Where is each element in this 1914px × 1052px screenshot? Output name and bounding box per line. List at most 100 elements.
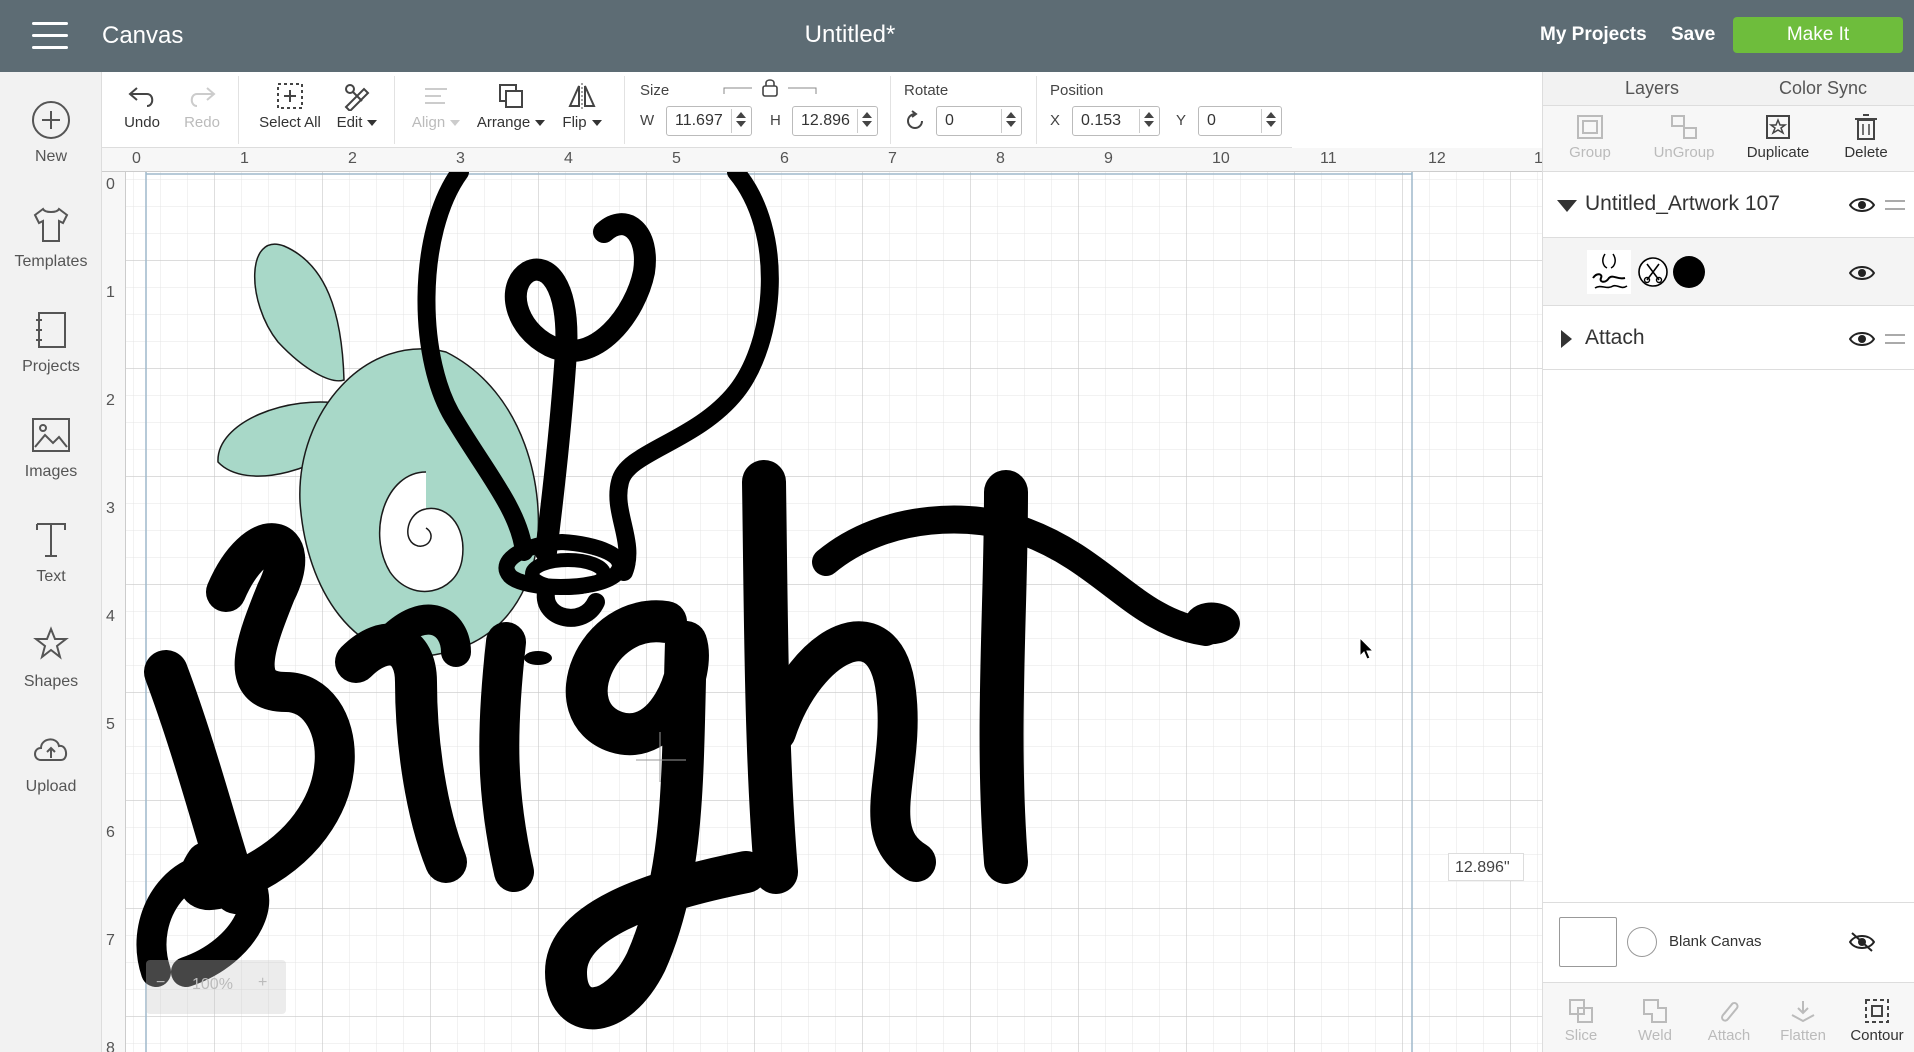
- collapse-triangle-icon[interactable]: [1557, 200, 1577, 212]
- canvas-color-swatch[interactable]: [1627, 927, 1657, 957]
- slice-button[interactable]: Slice: [1545, 995, 1617, 1044]
- position-x-field[interactable]: 0.153: [1072, 106, 1160, 136]
- blank-canvas-row[interactable]: Blank Canvas: [1543, 902, 1914, 982]
- toolbar-divider: [238, 76, 239, 144]
- position-y-stepper[interactable]: [1261, 109, 1279, 133]
- blank-canvas-thumbnail[interactable]: [1559, 917, 1617, 967]
- sidebar-item-shapes[interactable]: Shapes: [0, 623, 102, 713]
- layer-item-row[interactable]: [1543, 238, 1914, 306]
- rotate-field[interactable]: 0: [936, 106, 1022, 136]
- tab-color-sync[interactable]: Color Sync: [1779, 78, 1867, 99]
- duplicate-button[interactable]: Duplicate: [1731, 112, 1825, 161]
- sidebar-item-label: Shapes: [23, 673, 79, 690]
- eye-icon[interactable]: [1849, 330, 1875, 348]
- height-field[interactable]: 12.896: [792, 106, 878, 136]
- eye-hidden-icon[interactable]: [1849, 931, 1875, 953]
- eye-icon[interactable]: [1849, 196, 1875, 214]
- contour-button[interactable]: Contour: [1841, 995, 1913, 1044]
- plus-circle-icon: [29, 98, 73, 142]
- notebook-icon: [29, 308, 73, 352]
- height-label: H: [770, 112, 781, 129]
- color-swatch[interactable]: [1673, 256, 1705, 288]
- size-label: Size: [640, 82, 670, 99]
- position-y-field[interactable]: 0: [1198, 106, 1282, 136]
- align-icon: [425, 88, 447, 104]
- lock-icon[interactable]: [722, 78, 818, 98]
- canvas-grid[interactable]: [126, 163, 1542, 1052]
- align-dropdown[interactable]: Align: [406, 78, 466, 131]
- ungroup-icon: [1671, 115, 1697, 139]
- width-stepper[interactable]: [731, 109, 749, 133]
- position-x-stepper[interactable]: [1139, 109, 1157, 133]
- eye-icon[interactable]: [1849, 264, 1875, 282]
- save-button[interactable]: Save: [1671, 24, 1715, 46]
- weld-button[interactable]: Weld: [1619, 995, 1691, 1044]
- sidebar-item-images[interactable]: Images: [0, 413, 102, 503]
- bottom-tools: Slice Weld Attach Flatten Contour: [1543, 982, 1914, 1052]
- attach-button[interactable]: Attach: [1693, 995, 1765, 1044]
- sidebar-item-projects[interactable]: Projects: [0, 308, 102, 398]
- expand-triangle-icon[interactable]: [1561, 330, 1572, 348]
- flip-dropdown[interactable]: Flip: [556, 78, 608, 131]
- layer-group-row[interactable]: Untitled_Artwork 107: [1543, 172, 1914, 238]
- sidebar-item-new[interactable]: New: [0, 98, 102, 188]
- zoom-out-button[interactable]: −: [156, 974, 165, 992]
- design-canvas[interactable]: 0 1 2 3 4 5 6 7 8 9 10 11 12 1 0 1 2 3 4…: [102, 148, 1542, 1052]
- text-icon: [29, 518, 73, 562]
- artwork-thumbnail: [1587, 250, 1631, 294]
- width-field[interactable]: 11.697: [666, 106, 752, 136]
- cut-scissors-icon[interactable]: [1637, 256, 1669, 288]
- paperclip-icon: [1721, 1001, 1739, 1022]
- ungroup-button[interactable]: UnGroup: [1637, 112, 1731, 161]
- toolbar-divider: [890, 76, 891, 144]
- zoom-level: 100%: [192, 976, 233, 993]
- sidebar-item-label: Images: [24, 463, 78, 480]
- toolbar-divider: [394, 76, 395, 144]
- undo-icon: [128, 87, 154, 107]
- rotate-icon: [907, 110, 923, 129]
- redo-button[interactable]: Redo: [176, 78, 228, 131]
- toolbar-divider: [624, 76, 625, 144]
- contour-icon: [1865, 999, 1889, 1023]
- flatten-icon: [1791, 1001, 1815, 1023]
- chevron-down-icon: [367, 120, 378, 127]
- arrange-dropdown[interactable]: Arrange: [472, 78, 550, 131]
- position-label: Position: [1050, 82, 1104, 99]
- select-all-button[interactable]: Select All: [250, 78, 330, 131]
- sidebar-item-label: New: [34, 148, 67, 165]
- make-it-button[interactable]: Make It: [1733, 17, 1903, 53]
- trash-icon: [1855, 114, 1877, 140]
- sidebar-item-text[interactable]: Text: [0, 518, 102, 608]
- y-label: Y: [1176, 112, 1187, 129]
- sidebar-item-upload[interactable]: Upload: [0, 728, 102, 818]
- drag-handle-icon[interactable]: [1885, 200, 1905, 210]
- sidebar-item-label: Templates: [14, 253, 88, 270]
- x-label: X: [1050, 112, 1061, 129]
- mouse-cursor-icon: [1359, 636, 1375, 660]
- zoom-control: − 100% +: [146, 960, 286, 1014]
- layer-attach-row[interactable]: Attach: [1543, 306, 1914, 370]
- arrange-icon: [499, 84, 523, 108]
- group-button[interactable]: Group: [1543, 112, 1637, 161]
- delete-button[interactable]: Delete: [1819, 112, 1913, 161]
- drag-handle-icon[interactable]: [1885, 334, 1905, 344]
- group-icon: [1577, 115, 1603, 139]
- shapes-icon: [29, 623, 73, 667]
- edit-dropdown[interactable]: Edit: [328, 78, 386, 131]
- select-all-icon: [277, 83, 303, 109]
- duplicate-icon: [1766, 115, 1790, 139]
- layers-panel: Layers Color Sync Group UnGroup Duplicat…: [1542, 72, 1914, 1052]
- height-stepper[interactable]: [857, 109, 875, 133]
- flatten-button[interactable]: Flatten: [1767, 995, 1839, 1044]
- canvas-drawing: [126, 163, 1542, 1052]
- document-title: Untitled*: [804, 21, 896, 48]
- undo-button[interactable]: Undo: [116, 78, 168, 131]
- rotate-stepper[interactable]: [1001, 109, 1019, 133]
- my-projects-link[interactable]: My Projects: [1540, 24, 1647, 46]
- chevron-down-icon: [591, 120, 602, 127]
- zoom-in-button[interactable]: +: [258, 974, 267, 992]
- tshirt-icon: [29, 203, 73, 247]
- sidebar-item-templates[interactable]: Templates: [0, 203, 102, 293]
- panel-tabs: Layers Color Sync: [1543, 72, 1914, 106]
- tab-layers[interactable]: Layers: [1625, 78, 1679, 99]
